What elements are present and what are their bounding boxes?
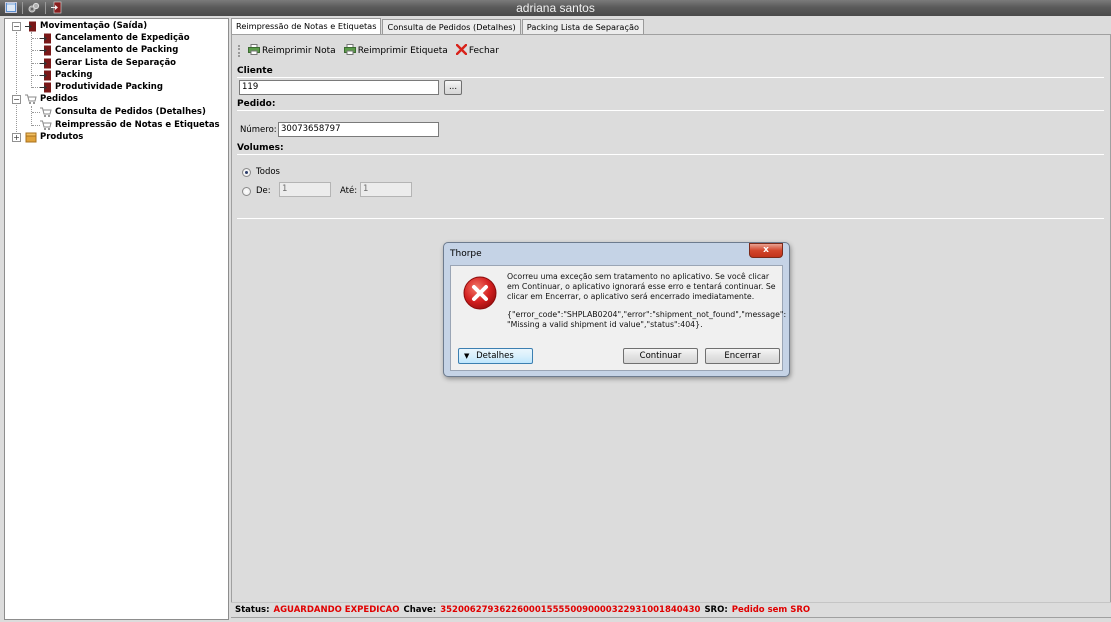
- error-icon: [463, 276, 497, 310]
- expand-toggle[interactable]: +: [12, 133, 21, 142]
- de-label: De:: [256, 186, 271, 196]
- window-title: adriana santos: [516, 1, 595, 15]
- tree-connector: [32, 50, 40, 51]
- tree-connector: [32, 112, 40, 113]
- status-bar: Status: AGUARDANDO EXPEDICAO Chave: 3520…: [231, 602, 1111, 617]
- close-icon: [455, 43, 468, 58]
- dialog-message-area: Ocorreu uma exceção sem tratamento no ap…: [507, 272, 787, 338]
- status-label: Status:: [235, 605, 270, 615]
- encerrar-button[interactable]: Encerrar: [705, 348, 780, 364]
- cliente-browse-button[interactable]: ...: [444, 80, 462, 95]
- volumes-section-title: Volumes:: [237, 143, 284, 153]
- tree-item-cancelamento-packing[interactable]: Cancelamento de Packing: [40, 44, 178, 56]
- tree-item-produtividade-packing[interactable]: Produtividade Packing: [40, 81, 163, 93]
- ate-label: Até:: [340, 186, 358, 196]
- de-radio[interactable]: [242, 187, 251, 196]
- chave-label: Chave:: [403, 605, 437, 615]
- navigation-tree[interactable]: − Movimentação (Saída) Cancelamento de E…: [4, 18, 229, 620]
- box-icon: [25, 132, 37, 143]
- tab-reimpressao[interactable]: Reimpressão de Notas e Etiquetas: [231, 18, 382, 34]
- dialog-body: Ocorreu uma exceção sem tratamento no ap…: [450, 265, 787, 371]
- sro-label: SRO:: [704, 605, 728, 615]
- tree-connector: [32, 75, 40, 76]
- tree-connector: [32, 125, 40, 126]
- todos-label: Todos: [256, 167, 280, 177]
- tree-item-label: Consulta de Pedidos (Detalhes): [55, 107, 206, 117]
- exit-door-icon: [40, 33, 52, 44]
- tree-item-label: Cancelamento de Expedição: [55, 33, 190, 43]
- exit-door-icon: [40, 70, 52, 81]
- tree-node-movimentacao[interactable]: Movimentação (Saída): [25, 20, 147, 32]
- detalhes-button[interactable]: ▼ Detalhes: [458, 348, 533, 364]
- dialog-close-button[interactable]: x: [749, 243, 783, 258]
- reimprimir-etiqueta-button[interactable]: Reimprimir Etiqueta: [343, 44, 448, 58]
- tree-node-label: Produtos: [40, 132, 84, 142]
- tree-item-consulta-pedidos[interactable]: Consulta de Pedidos (Detalhes): [40, 106, 206, 118]
- tree-item-label: Reimpressão de Notas e Etiquetas: [55, 120, 220, 130]
- todos-radio[interactable]: [242, 168, 251, 177]
- error-dialog: Thorpe x Ocorreu uma exceção sem tratame…: [443, 242, 790, 377]
- tab-consulta-pedidos[interactable]: Consulta de Pedidos (Detalhes): [382, 19, 521, 34]
- tree-connector: [32, 63, 40, 64]
- pedido-section-title: Pedido:: [237, 99, 276, 109]
- reimprimir-nota-button[interactable]: Reimprimir Nota: [248, 44, 336, 58]
- tree-item-label: Gerar Lista de Separação: [55, 58, 177, 68]
- status-value: AGUARDANDO EXPEDICAO: [273, 605, 400, 615]
- tree-connector: [32, 87, 40, 88]
- tab-packing-lista[interactable]: Packing Lista de Separação: [521, 19, 644, 34]
- tree-connector: [31, 106, 32, 126]
- tree-item-label: Produtividade Packing: [55, 82, 163, 92]
- fechar-button[interactable]: Fechar: [455, 43, 499, 58]
- exit-door-icon: [40, 45, 52, 56]
- printer-icon: [343, 44, 356, 58]
- sro-value: Pedido sem SRO: [731, 605, 811, 615]
- tree-item-cancelamento-expedicao[interactable]: Cancelamento de Expedição: [40, 32, 190, 44]
- title-bar: adriana santos: [0, 0, 1111, 16]
- tab-strip: Reimpressão de Notas e Etiquetas Consult…: [231, 18, 645, 34]
- shopping-cart-icon: [25, 94, 37, 105]
- reimprimir-nota-label: Reimprimir Nota: [262, 46, 336, 56]
- dialog-error-detail: {"error_code":"SHPLAB0204","error":"ship…: [507, 310, 787, 329]
- exit-door-icon: [25, 21, 37, 32]
- tree-connector: [31, 32, 32, 88]
- reimprimir-etiqueta-label: Reimprimir Etiqueta: [357, 46, 448, 56]
- numero-label: Número:: [240, 125, 277, 135]
- section-divider: [237, 154, 1104, 155]
- section-divider: [237, 77, 1104, 78]
- tree-node-label: Movimentação (Saída): [40, 21, 148, 31]
- tree-item-packing[interactable]: Packing: [40, 69, 92, 81]
- tree-item-gerar-lista[interactable]: Gerar Lista de Separação: [40, 57, 176, 69]
- dialog-title: Thorpe: [450, 249, 482, 259]
- tree-node-pedidos[interactable]: Pedidos: [25, 93, 78, 105]
- ate-input[interactable]: 1: [360, 182, 412, 197]
- chevron-down-icon: ▼: [464, 352, 470, 360]
- numero-input[interactable]: 30073658797: [278, 122, 439, 137]
- chave-value: 3520062793622600015555009000032293100184…: [440, 605, 701, 615]
- toolbar: Reimprimir Nota Reimprimir Etiqueta Fech…: [238, 43, 499, 59]
- tree-node-produtos[interactable]: Produtos: [25, 131, 83, 143]
- continuar-button[interactable]: Continuar: [623, 348, 698, 364]
- cliente-section-title: Cliente: [237, 66, 273, 76]
- tree-connector: [16, 32, 17, 142]
- cliente-input[interactable]: 119: [239, 80, 439, 95]
- tree-node-label: Pedidos: [40, 94, 78, 104]
- shopping-cart-icon: [40, 120, 52, 131]
- collapse-toggle[interactable]: −: [12, 95, 21, 104]
- tree-item-label: Cancelamento de Packing: [55, 45, 179, 55]
- tree-item-label: Packing: [55, 70, 93, 80]
- fechar-label: Fechar: [468, 46, 499, 56]
- shopping-cart-icon: [40, 107, 52, 118]
- section-divider: [237, 218, 1104, 219]
- detalhes-label: Detalhes: [476, 351, 514, 361]
- exit-door-icon: [40, 58, 52, 69]
- exit-door-icon: [40, 82, 52, 93]
- section-divider: [237, 110, 1104, 111]
- de-input[interactable]: 1: [279, 182, 331, 197]
- tree-connector: [32, 38, 40, 39]
- toolbar-grip[interactable]: [238, 45, 240, 57]
- collapse-toggle[interactable]: −: [12, 22, 21, 31]
- tree-item-reimpressao-notas[interactable]: Reimpressão de Notas e Etiquetas: [40, 119, 220, 131]
- printer-icon: [248, 44, 260, 58]
- dialog-message: Ocorreu uma exceção sem tratamento no ap…: [507, 272, 776, 301]
